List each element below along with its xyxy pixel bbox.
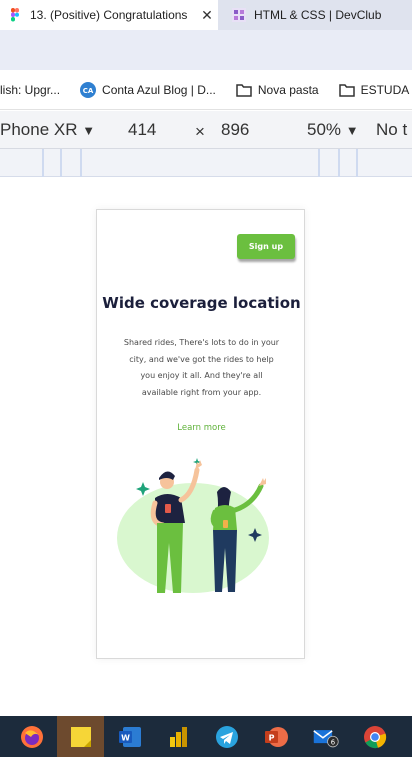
page-title: Wide coverage location	[102, 294, 301, 312]
tab-title: 13. (Positive) Congratulations	[30, 8, 188, 22]
media-query-marker	[80, 149, 82, 177]
bookmark-item[interactable]: lish: Upgr...	[0, 83, 60, 97]
taskbar: W P 6	[0, 716, 412, 757]
tab-figma[interactable]: 13. (Positive) Congratulations ✕	[0, 0, 218, 30]
zoom-value: 50%	[307, 120, 342, 139]
media-query-marker	[318, 149, 320, 177]
bookmark-label: Nova pasta	[257, 82, 319, 97]
close-tab-icon[interactable]: ✕	[196, 7, 218, 24]
media-query-marker	[42, 149, 44, 177]
friends-illustration	[117, 458, 269, 593]
emulated-viewport: Sign up Wide coverage location Shared ri…	[0, 178, 412, 716]
firefox-icon[interactable]	[19, 724, 45, 750]
throttle-select[interactable]: No t	[376, 120, 407, 140]
figma-icon	[11, 8, 19, 22]
phone-screen: Sign up Wide coverage location Shared ri…	[96, 209, 305, 659]
mail-badge: 6	[331, 738, 335, 746]
media-query-bar[interactable]	[0, 149, 412, 177]
dropdown-arrow-icon: ▼	[82, 123, 96, 138]
mail-icon[interactable]: 6	[313, 724, 339, 750]
svg-text:P: P	[269, 734, 275, 743]
sticky-notes-icon[interactable]	[57, 716, 104, 757]
device-name: Phone XR	[0, 120, 78, 139]
sign-up-button[interactable]: Sign up	[237, 234, 295, 259]
learn-more-link[interactable]: Learn more	[97, 423, 306, 433]
bookmark-label: Conta Azul Blog | D...	[102, 82, 216, 97]
telegram-icon[interactable]	[214, 724, 240, 750]
height-input[interactable]: 896	[221, 120, 249, 140]
device-select[interactable]: Phone XR ▼	[0, 120, 95, 140]
svg-text:W: W	[121, 734, 130, 743]
width-input[interactable]: 414	[128, 120, 156, 140]
devclub-icon	[232, 8, 246, 22]
svg-text:CA: CA	[83, 87, 94, 95]
chrome-icon[interactable]	[362, 724, 388, 750]
powerpoint-icon[interactable]: P	[263, 724, 289, 750]
media-query-marker	[356, 149, 358, 177]
bookmark-item[interactable]: ESTUDA	[338, 82, 410, 97]
word-icon[interactable]: W	[117, 724, 143, 750]
folder-icon	[236, 83, 252, 97]
description-text: Shared rides, There's lots to do in your…	[123, 338, 280, 397]
folder-icon	[338, 83, 355, 97]
tab-title: HTML & CSS | DevClub	[254, 8, 382, 22]
bookmark-label: ESTUDA	[360, 82, 410, 97]
tab-strip: 13. (Positive) Congratulations ✕ HTML & …	[0, 0, 412, 30]
ca-logo-icon: CA	[80, 81, 97, 98]
dropdown-arrow-icon: ▼	[345, 123, 359, 138]
times-sign: ×	[195, 122, 205, 141]
media-query-marker	[60, 149, 62, 177]
device-toolbar: Phone XR ▼ 414 × 896 50% ▼ No t	[0, 111, 412, 149]
tab-devclub[interactable]: HTML & CSS | DevClub	[226, 0, 412, 30]
power-bi-icon[interactable]	[166, 724, 192, 750]
bookmark-item[interactable]: CA Conta Azul Blog | D...	[80, 81, 216, 98]
bookmark-label: lish: Upgr...	[0, 82, 61, 97]
zoom-select[interactable]: 50% ▼	[307, 120, 359, 140]
media-query-marker	[338, 149, 340, 177]
bookmark-item[interactable]: Nova pasta	[236, 83, 319, 97]
bookmarks-bar: lish: Upgr... CA Conta Azul Blog | D... …	[0, 70, 412, 110]
address-toolbar	[0, 30, 412, 70]
